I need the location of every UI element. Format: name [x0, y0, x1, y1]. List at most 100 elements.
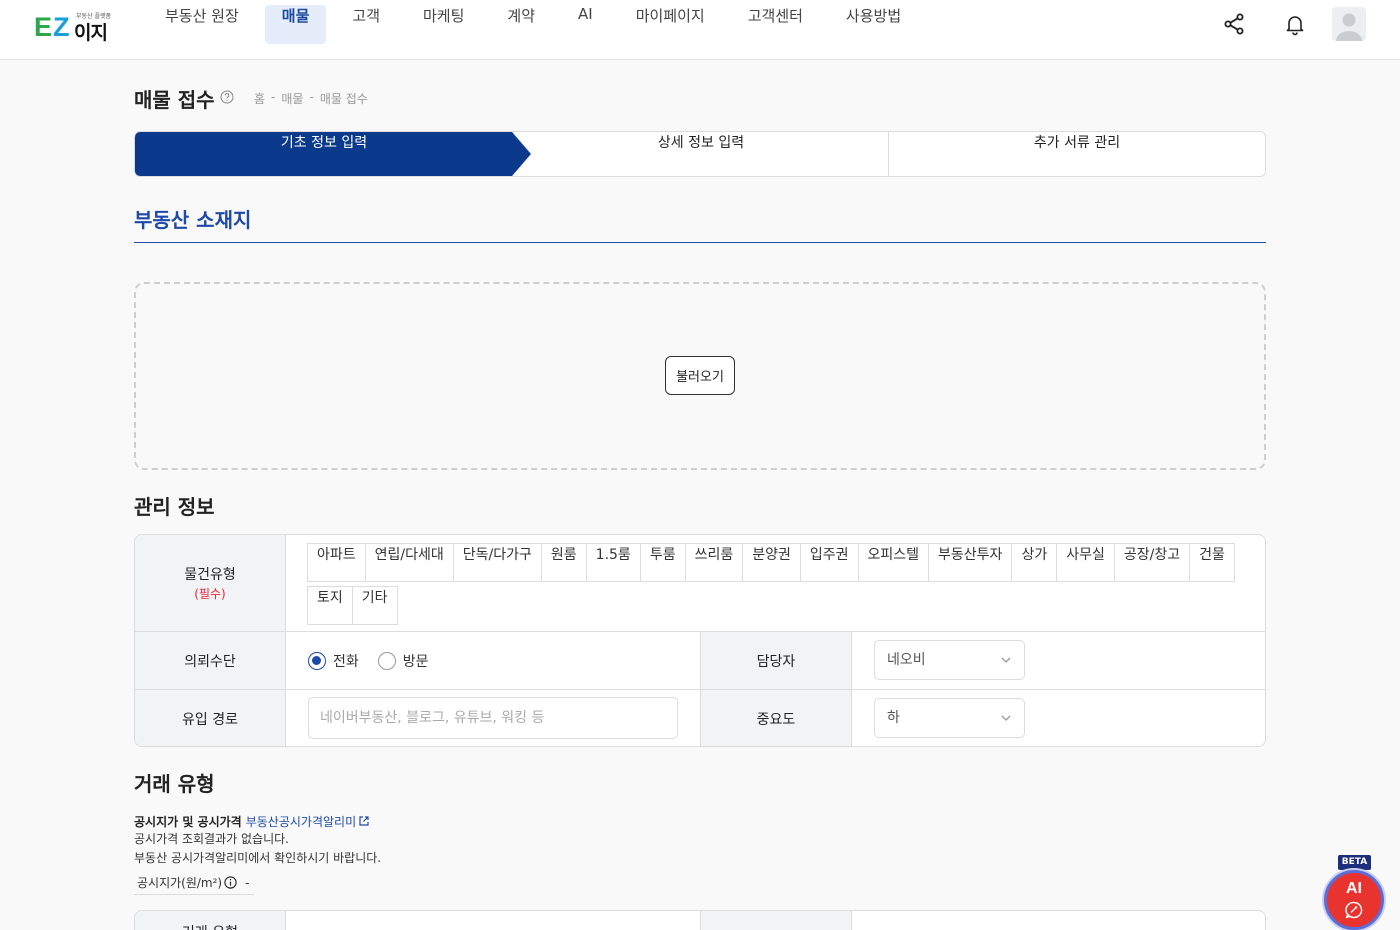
property-type-chip[interactable]: 건물 [1189, 543, 1235, 582]
step-label: 기초 정보 입력 [280, 135, 368, 151]
importance-header: 중요도 [701, 690, 851, 746]
breadcrumb-home[interactable]: 홈 [254, 90, 265, 107]
land-price-value: - [245, 875, 250, 890]
land-price-label: 공시지가(원/m²) [137, 876, 223, 890]
property-type-chip[interactable]: 토지 [307, 586, 353, 625]
breadcrumb: 홈 - 매물 - 매물 접수 [254, 90, 368, 107]
nav-item-marketing[interactable]: 마케팅 [406, 5, 481, 44]
external-link-icon [359, 816, 369, 826]
property-type-chip[interactable]: 부동산투자 [928, 543, 1013, 582]
breadcrumb-separator: - [271, 90, 276, 104]
source-input[interactable]: 네이버부동산, 블로그, 유튜브, 워킹 등 [308, 697, 678, 739]
deal-section-title: 거래 유형 [134, 772, 215, 796]
ai-assistant-button[interactable]: AI [1324, 870, 1384, 930]
property-type-chip[interactable]: 투룸 [639, 543, 686, 582]
location-section-title: 부동산 소재지 [134, 208, 252, 232]
property-type-chip[interactable]: 연립/다세대 [364, 543, 454, 582]
manager-header: 담당자 [701, 632, 851, 689]
request-method-header: 의뢰수단 [135, 632, 285, 689]
chat-bubble-icon [1345, 901, 1363, 919]
management-form: 물건유형 (필수) 의뢰수단 유입 경로 담당자 중요도 아파트 연립/다세대 … [134, 534, 1266, 747]
chevron-down-icon [1001, 715, 1011, 721]
nav-item-listings[interactable]: 매물 [264, 5, 327, 44]
info-icon[interactable] [224, 876, 237, 889]
importance-select-value: 하 [887, 710, 900, 726]
importance-select[interactable]: 하 [874, 698, 1025, 738]
help-icon[interactable] [220, 90, 234, 104]
required-mark: (필수) [194, 587, 226, 601]
step-basic-info[interactable]: 기초 정보 입력 [135, 132, 531, 176]
column-divider [700, 632, 701, 746]
property-type-chip[interactable]: 단독/다가구 [452, 543, 542, 582]
section-divider [134, 242, 1266, 243]
main-nav: 부동산 원장 매물 고객 마케팅 계약 AI 마이페이지 고객센터 사용방법 [148, 5, 927, 44]
property-type-chip[interactable]: 쓰리룸 [684, 543, 744, 582]
property-type-chip[interactable]: 원룸 [540, 543, 587, 582]
avatar[interactable] [1332, 7, 1366, 41]
property-type-chip[interactable]: 기타 [351, 586, 398, 625]
logo-word: 이지 [74, 22, 108, 44]
property-type-label: 물건유형 [184, 567, 236, 583]
deal-type-label: 거래 유형 [182, 922, 238, 930]
public-price-link[interactable]: 부동산공시가격알리미 [246, 813, 370, 830]
public-price-message: 부동산 공시가격알리미에서 확인하시기 바랍니다. [134, 851, 382, 865]
beta-badge: BETA [1338, 855, 1371, 870]
step-detail-info[interactable]: 상세 정보 입력 [513, 132, 889, 176]
request-method-radios: 전화 방문 [308, 651, 448, 671]
logo-letter-e: E [34, 12, 52, 42]
load-button[interactable]: 불러오기 [665, 356, 735, 395]
breadcrumb-current: 매물 접수 [319, 92, 368, 106]
step-extra-documents[interactable]: 추가 서류 관리 [889, 132, 1265, 176]
public-price-link-text: 부동산공시가격알리미 [245, 814, 357, 829]
property-type-chip[interactable]: 아파트 [307, 543, 366, 582]
property-type-chip[interactable]: 상가 [1011, 543, 1058, 582]
management-section-title: 관리 정보 [134, 495, 215, 519]
source-label: 유입 경로 [182, 712, 238, 728]
chevron-down-icon [1001, 657, 1011, 663]
manager-select-value: 네오비 [887, 652, 926, 668]
ai-button-label: AI [1346, 880, 1362, 897]
share-icon[interactable] [1222, 12, 1246, 36]
page-title: 매물 접수 [134, 88, 215, 112]
ez-logo[interactable]: E Z 부동산 플랫폼 이지 [34, 10, 114, 44]
property-type-chip[interactable]: 공장/창고 [1113, 543, 1191, 582]
radio-phone[interactable] [308, 652, 326, 670]
deal-type-header: 거래 유형 [135, 911, 285, 930]
importance-label: 중요도 [756, 712, 796, 728]
property-type-chip[interactable]: 분양권 [742, 543, 801, 582]
public-price-info: 공시지가 및 공시가격 부동산공시가격알리미 공시가격 조회결과가 없습니다. … [134, 812, 381, 868]
property-type-chip[interactable]: 입주권 [799, 543, 859, 582]
property-type-chip[interactable]: 사무실 [1056, 543, 1115, 582]
bell-icon[interactable] [1283, 12, 1307, 36]
manager-select[interactable]: 네오비 [874, 640, 1025, 680]
column-divider [285, 535, 286, 746]
breadcrumb-listings[interactable]: 매물 [281, 90, 303, 107]
nav-item-ai[interactable]: AI [561, 5, 610, 44]
column-divider [851, 911, 852, 930]
source-input-placeholder: 네이버부동산, 블로그, 유튜브, 워킹 등 [320, 710, 545, 726]
nav-item-support[interactable]: 고객센터 [731, 5, 820, 44]
land-price-row: 공시지가(원/m²) - [134, 871, 254, 895]
step-label: 상세 정보 입력 [657, 135, 745, 151]
column-divider [851, 632, 852, 746]
property-type-chip[interactable]: 1.5룸 [585, 543, 641, 582]
property-type-header: 물건유형 (필수) [135, 535, 285, 631]
step-progress: 기초 정보 입력 상세 정보 입력 추가 서류 관리 [134, 131, 1266, 177]
nav-item-ledger[interactable]: 부동산 원장 [148, 5, 256, 44]
step-label: 추가 서류 관리 [1033, 135, 1121, 151]
radio-phone-label[interactable]: 전화 [333, 651, 359, 671]
nav-item-guide[interactable]: 사용방법 [829, 5, 918, 44]
nav-item-customers[interactable]: 고객 [335, 5, 397, 44]
nav-item-mypage[interactable]: 마이페이지 [619, 5, 722, 44]
radio-visit-label[interactable]: 방문 [403, 651, 429, 671]
radio-visit[interactable] [377, 652, 396, 670]
user-silhouette-icon [1336, 13, 1362, 41]
deal-form: 거래 유형 [134, 910, 1266, 930]
public-price-message: 공시가격 조회결과가 없습니다. [134, 832, 289, 846]
column-divider [700, 911, 701, 930]
source-header: 유입 경로 [135, 690, 285, 746]
breadcrumb-separator: - [309, 90, 314, 104]
column-divider [285, 911, 286, 930]
property-type-chip[interactable]: 오피스텔 [857, 543, 930, 582]
nav-item-contracts[interactable]: 계약 [490, 5, 552, 44]
